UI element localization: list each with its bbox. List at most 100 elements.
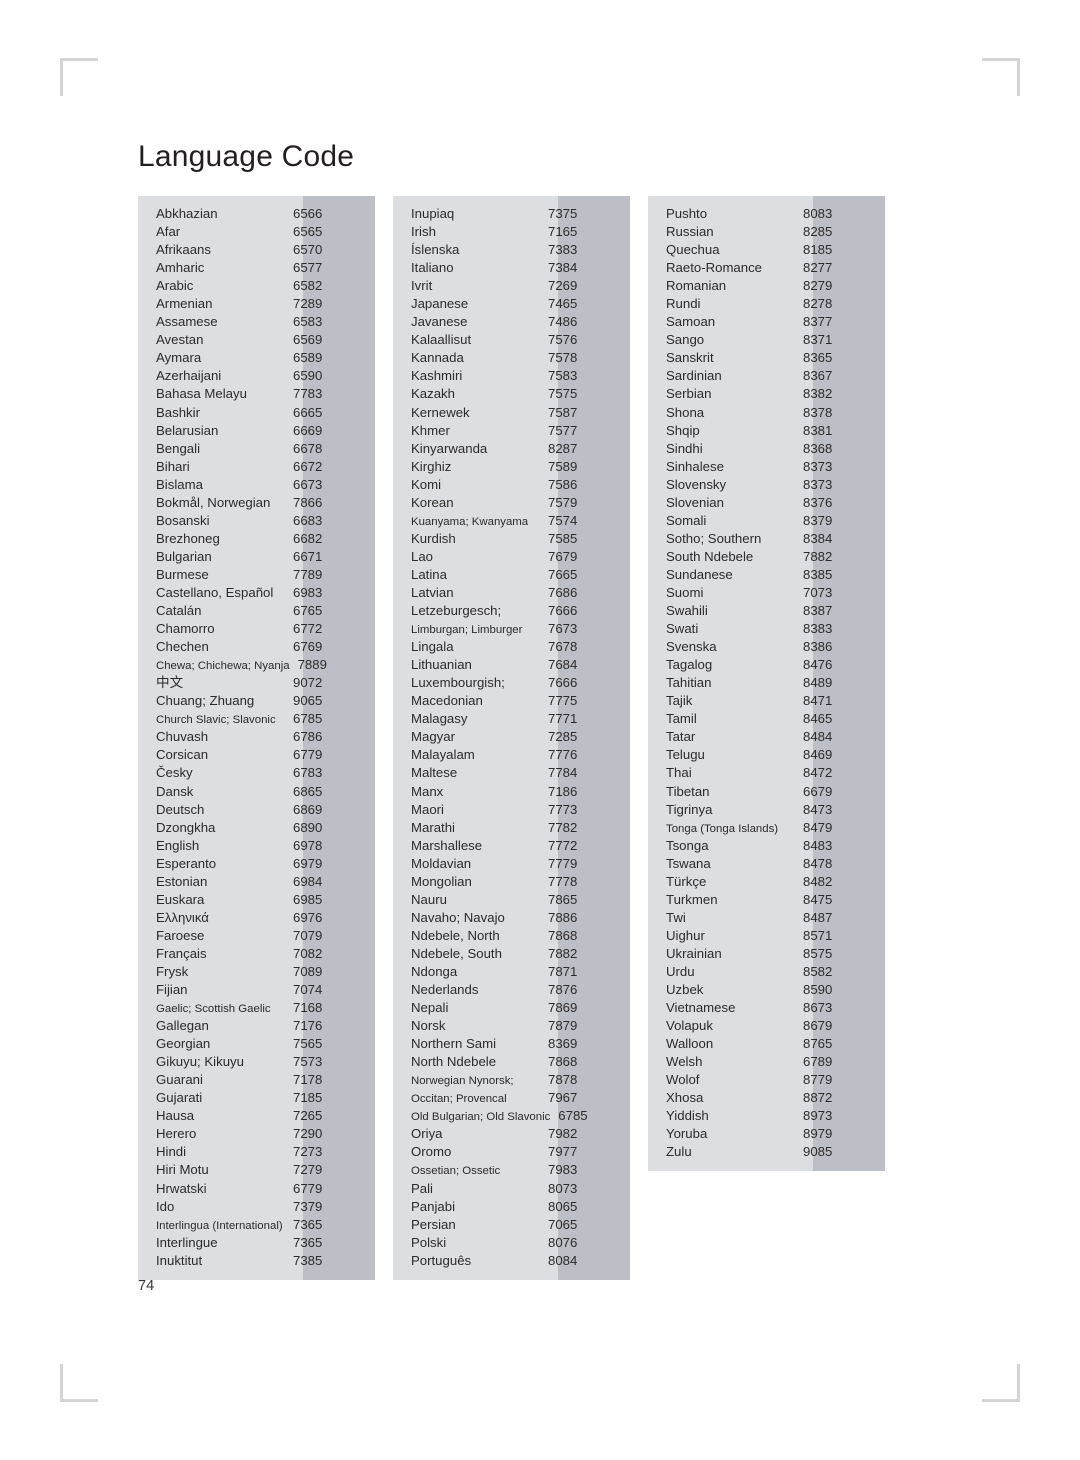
- language-name: Kazakh: [411, 386, 455, 402]
- language-code-value: 7666: [548, 675, 578, 691]
- language-name: Georgian: [156, 1036, 211, 1052]
- language-row: Tonga (Tonga Islands) 8479: [648, 819, 885, 837]
- language-name: North Ndebele: [411, 1054, 497, 1070]
- language-name: Luxembourgish;: [411, 675, 505, 691]
- language-name: Kernewek: [411, 404, 470, 420]
- language-code-value: 6984: [293, 873, 323, 889]
- language-code-value: 7365: [293, 1234, 323, 1250]
- language-code-value: 8373: [803, 458, 833, 474]
- language-name: Sindhi: [666, 440, 703, 456]
- language-name: Euskara: [156, 891, 205, 907]
- language-name: Occitan; Provencal: [411, 1093, 507, 1106]
- language-row: Kuanyama; Kwanyama 7574: [393, 512, 630, 530]
- language-row: Türkçe 8482: [648, 873, 885, 891]
- language-name: Uighur: [666, 927, 705, 943]
- language-name: Ukrainian: [666, 945, 722, 961]
- language-code-value: 6583: [293, 314, 323, 330]
- crop-mark-bottom-right: [982, 1364, 1020, 1402]
- language-name: Chewa; Chichewa; Nyanja: [156, 660, 290, 673]
- language-name: Samoan: [666, 314, 716, 330]
- language-name: Marshallese: [411, 837, 483, 853]
- language-code-value: 7866: [293, 494, 323, 510]
- language-name: Volapuk: [666, 1018, 713, 1034]
- language-row: Hrwatski 6779: [138, 1180, 375, 1198]
- language-name: Chuvash: [156, 729, 209, 745]
- language-name: Vietnamese: [666, 1000, 736, 1016]
- language-name: Kalaallisut: [411, 332, 472, 348]
- language-name: Catalán: [156, 603, 202, 619]
- language-row: Gujarati 7185: [138, 1089, 375, 1107]
- language-code-value: 7265: [293, 1108, 323, 1124]
- language-code-value: 6890: [293, 819, 323, 835]
- language-row: Kannada 7578: [393, 349, 630, 367]
- language-row: Latvian 7686: [393, 584, 630, 602]
- language-row: Luxembourgish; 7666: [393, 674, 630, 692]
- language-name: Irish: [411, 224, 436, 240]
- language-row: Ivrit 7269: [393, 277, 630, 295]
- language-row: Limburgan; Limburger 7673: [393, 620, 630, 638]
- language-row: Northern Sami 8369: [393, 1035, 630, 1053]
- language-name: Armenian: [156, 296, 213, 312]
- language-row: Hausa 7265: [138, 1107, 375, 1125]
- language-row: Azerhaijani 6590: [138, 367, 375, 385]
- language-code-value: 7771: [548, 711, 578, 727]
- language-name: Russian: [666, 224, 714, 240]
- language-name: Tswana: [666, 855, 711, 871]
- language-name: Inupiaq: [411, 206, 455, 221]
- language-row: Dansk 6865: [138, 783, 375, 801]
- language-row: Shona 8378: [648, 404, 885, 422]
- language-code-value: 6865: [293, 783, 323, 799]
- language-name: Bashkir: [156, 404, 200, 420]
- language-code-value: 8365: [803, 350, 833, 366]
- language-code-value: 7773: [548, 801, 578, 817]
- language-code-value: 7379: [293, 1198, 323, 1214]
- language-code-value: 6589: [293, 350, 323, 366]
- language-code-value: 8083: [803, 206, 833, 221]
- language-code-value: 8476: [803, 657, 833, 673]
- language-name: Tonga (Tonga Islands): [666, 822, 779, 835]
- language-name: Yoruba: [666, 1126, 708, 1142]
- language-code-value: 6765: [293, 603, 323, 619]
- language-name: Panjabi: [411, 1198, 455, 1214]
- language-row: South Ndebele 7882: [648, 548, 885, 566]
- language-code-value: 6590: [293, 368, 323, 384]
- language-name: Slovenian: [666, 494, 724, 510]
- language-row: Sanskrit 8365: [648, 349, 885, 367]
- language-row: Javanese 7486: [393, 313, 630, 331]
- language-name: Persian: [411, 1216, 456, 1232]
- language-row: Welsh 6789: [648, 1053, 885, 1071]
- language-row: 中文 9072: [138, 674, 375, 692]
- language-code-value: 8378: [803, 404, 833, 420]
- language-code-value: 7290: [293, 1126, 323, 1142]
- language-name: Twi: [666, 909, 686, 925]
- language-code-value: 7073: [803, 584, 833, 600]
- language-name: Swahili: [666, 603, 708, 619]
- language-code-value: 7886: [548, 909, 578, 925]
- language-code-value: 8779: [803, 1072, 833, 1088]
- language-code-value: 7082: [293, 945, 323, 961]
- language-code-value: 7879: [548, 1018, 578, 1034]
- language-row: Yiddish 8973: [648, 1107, 885, 1125]
- language-code-value: 7776: [548, 747, 578, 763]
- language-name: Uzbek: [666, 982, 704, 998]
- language-name: Latina: [411, 566, 447, 582]
- language-name: Bokmål, Norwegian: [156, 494, 271, 510]
- language-name: Ndonga: [411, 963, 458, 979]
- language-name: Thai: [666, 765, 692, 781]
- language-code-value: 7577: [548, 422, 578, 438]
- language-code-value: 6679: [803, 783, 833, 799]
- language-row: Pushto 8083: [648, 205, 885, 223]
- language-name: Manx: [411, 783, 444, 799]
- language-code-value: 6570: [293, 242, 323, 258]
- language-code-value: 7375: [548, 206, 578, 221]
- language-code-value: 7587: [548, 404, 578, 420]
- language-name: Limburgan; Limburger: [411, 624, 523, 637]
- language-name: Gujarati: [156, 1090, 203, 1106]
- language-code-value: 9085: [803, 1144, 833, 1160]
- language-row: Ossetian; Ossetic 7983: [393, 1161, 630, 1179]
- language-row: Kashmiri 7583: [393, 367, 630, 385]
- language-name: Shqip: [666, 422, 700, 438]
- language-code-value: 7686: [548, 584, 578, 600]
- language-row: Tsonga 8483: [648, 837, 885, 855]
- language-row: Inupiaq 7375: [393, 205, 630, 223]
